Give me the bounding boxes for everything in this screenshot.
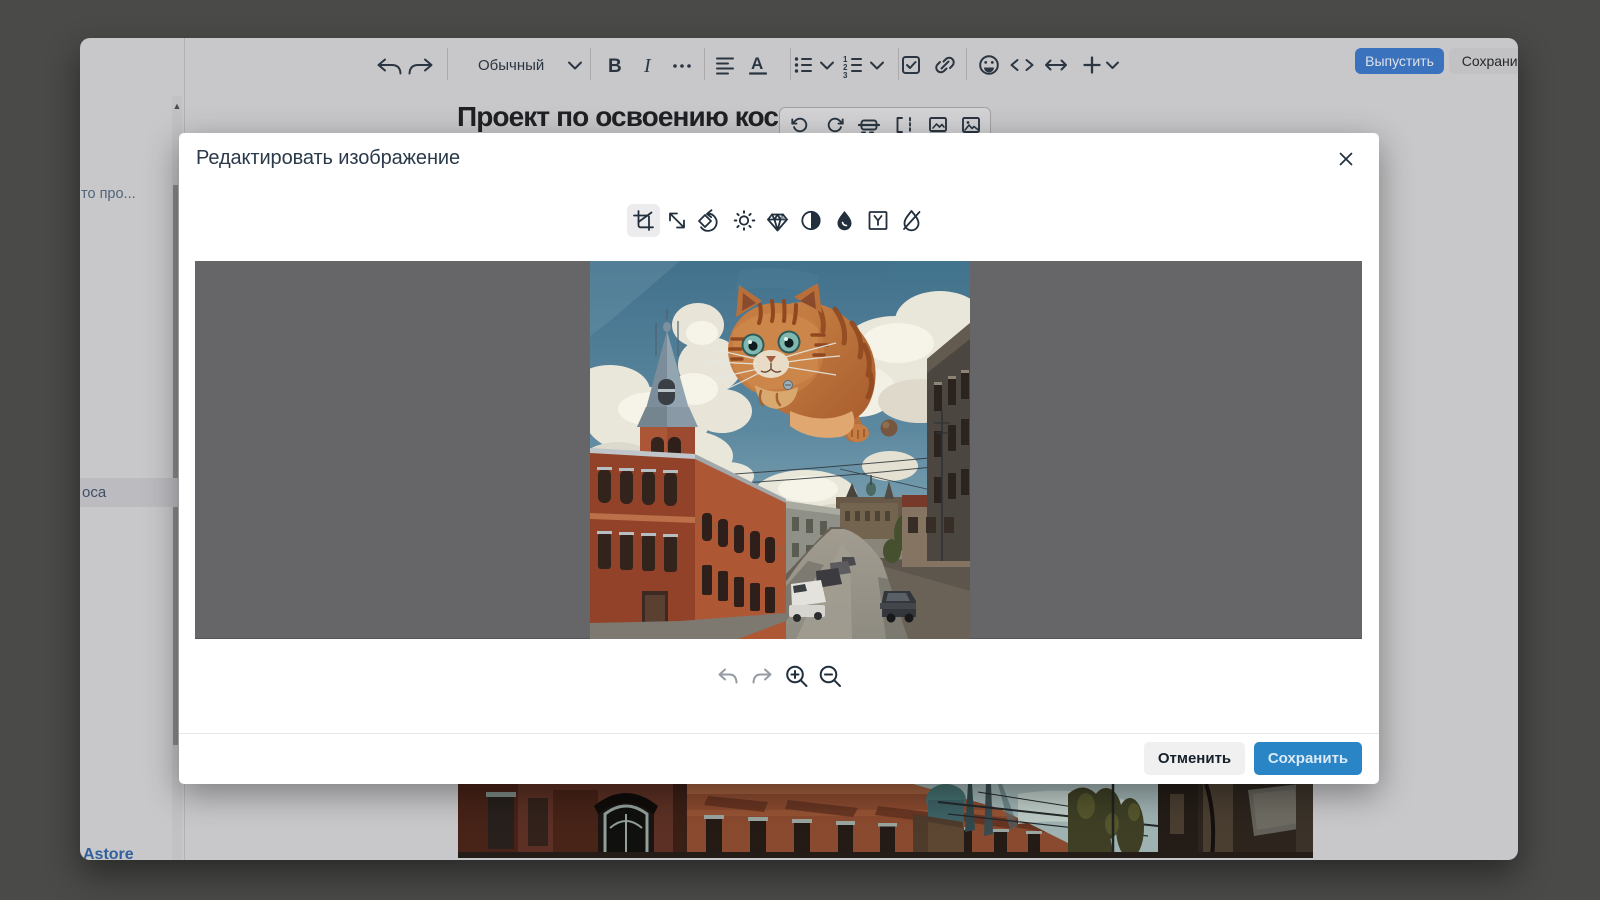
svg-text:3: 3 bbox=[843, 71, 848, 80]
svg-text:A: A bbox=[751, 54, 763, 73]
svg-text:I: I bbox=[643, 55, 652, 77]
svg-text:B: B bbox=[608, 56, 622, 77]
